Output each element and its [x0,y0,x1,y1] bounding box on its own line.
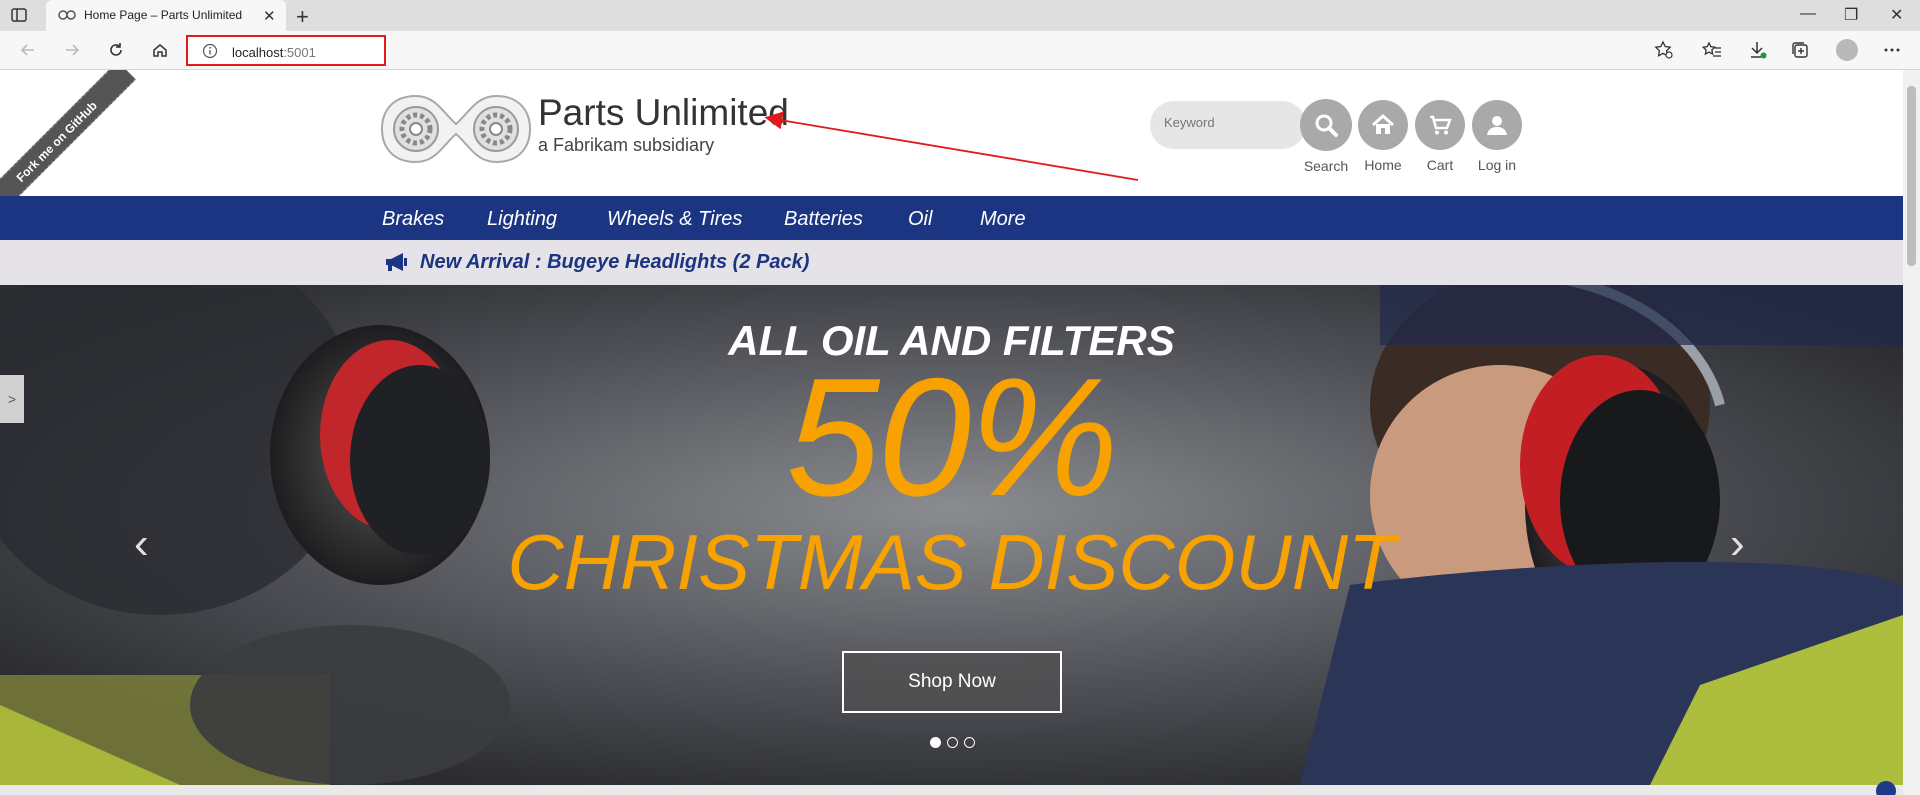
parts-unlimited-favicon-icon [58,8,76,22]
site-info-icon[interactable] [202,43,218,64]
add-favorite-icon[interactable] [1654,40,1674,60]
login-button[interactable] [1472,100,1522,150]
collections-icon[interactable] [1790,40,1810,60]
carousel-next-icon[interactable]: › [1730,519,1745,569]
site-logo[interactable]: Parts Unlimited a Fabrikam subsidiary [380,94,789,169]
category-nav: Brakes Lighting Wheels & Tires Batteries… [0,196,1903,240]
nav-wheels-tires[interactable]: Wheels & Tires [607,208,742,231]
back-arrow-icon[interactable] [18,40,38,60]
carousel-indicators [930,737,975,748]
cart-button[interactable] [1415,100,1465,150]
nav-more[interactable]: More [980,208,1026,231]
tab-title: Home Page – Parts Unlimited [84,8,243,22]
web-page: Fork me on GitHub Parts Unlimited a Fabr… [0,70,1903,795]
browser-toolbar: localhost:5001 [0,31,1920,70]
scrollbar-thumb[interactable] [1907,86,1916,266]
url-host: localhost [232,45,284,60]
vertical-scrollbar[interactable] [1903,70,1920,795]
search-icon [1315,114,1338,137]
active-tab[interactable]: Home Page – Parts Unlimited ✕ [46,0,286,31]
brand-name: Parts Unlimited [538,92,789,133]
refresh-icon[interactable] [106,40,126,60]
page-bottom-strip [0,785,1903,795]
hero-discount-percent: 50% [786,343,1118,531]
new-tab-button[interactable]: + [296,4,309,30]
house-icon [1371,113,1395,134]
carousel-dot[interactable] [964,737,975,748]
cart-icon [1430,115,1452,135]
carousel-dot[interactable] [947,737,958,748]
brand-subtitle: a Fabrikam subsidiary [538,135,715,155]
search-button[interactable] [1300,99,1352,151]
shop-now-button[interactable]: Shop Now [842,651,1062,713]
minimize-button[interactable]: — [1800,5,1816,23]
page-corner-badge [1876,781,1896,795]
tab-close-icon[interactable]: ✕ [263,7,276,25]
favorites-icon[interactable] [1702,40,1722,60]
megaphone-icon [386,253,407,271]
url-text: localhost:5001 [232,45,316,60]
announcement-link[interactable]: New Arrival : Bugeye Headlights (2 Pack) [420,251,809,274]
address-bar[interactable]: localhost:5001 [186,35,386,66]
browser-tab-bar: Home Page – Parts Unlimited ✕ + — ❐ ✕ [0,0,1920,31]
nav-oil[interactable]: Oil [908,208,932,231]
brand-text: Parts Unlimited a Fabrikam subsidiary [538,94,789,156]
tab-actions-icon[interactable] [10,6,28,24]
hero-carousel: > ALL OIL AND FILTERS 50% CHRISTMAS DISC… [0,285,1903,785]
forward-arrow-icon[interactable] [62,40,82,60]
gears-logo-icon [380,94,532,164]
home-icon[interactable] [150,40,170,60]
search-input[interactable] [1164,115,1284,130]
hero-line-3: CHRISTMAS DISCOUNT [507,518,1396,606]
announcement-bar: New Arrival : Bugeye Headlights (2 Pack) [0,240,1903,285]
maximize-button[interactable]: ❐ [1844,5,1858,25]
nav-lighting[interactable]: Lighting [487,208,557,231]
search-box [1150,101,1306,149]
login-label: Log in [1477,157,1517,173]
nav-batteries[interactable]: Batteries [784,208,863,231]
carousel-dot[interactable] [930,737,941,748]
user-icon [1487,116,1507,135]
url-port: :5001 [283,45,316,60]
more-menu-icon[interactable] [1882,40,1902,60]
downloads-icon[interactable] [1748,40,1768,60]
carousel-prev-icon[interactable]: ‹ [134,519,149,569]
profile-avatar-icon[interactable] [1836,39,1858,61]
close-window-button[interactable]: ✕ [1890,5,1903,25]
nav-brakes[interactable]: Brakes [382,208,444,231]
home-button[interactable] [1358,100,1408,150]
